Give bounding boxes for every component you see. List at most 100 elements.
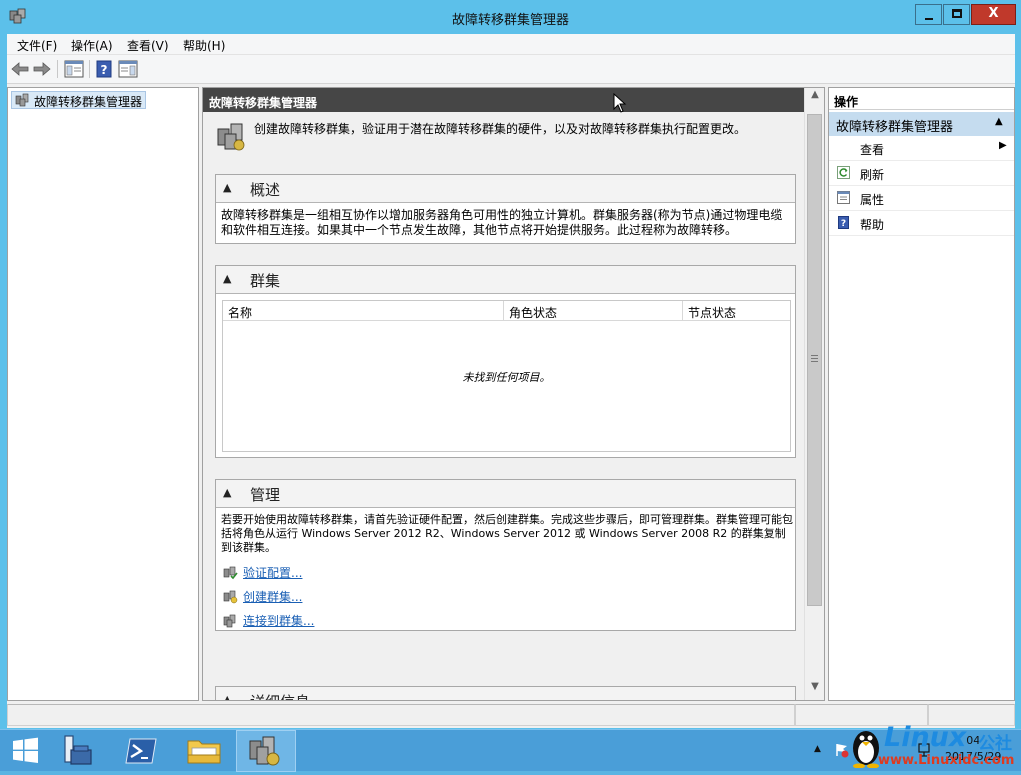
window-title: 故障转移群集管理器 [451, 13, 569, 28]
actions-pane: 操作 故障转移群集管理器 ▲ 查看 ▶ 刷新 属性 ? 帮助 [828, 87, 1015, 701]
show-hide-console-tree-icon[interactable] [63, 59, 85, 79]
menu-bar: 文件(F) 操作(A) 查看(V) 帮助(H) [7, 34, 1015, 55]
manage-title: 管理 [250, 486, 281, 504]
validate-config-link-row[interactable]: 验证配置... [223, 564, 302, 582]
overview-panel: ▲ 概述 故障转移群集是一组相互协作以增加服务器角色可用性的独立计算机。群集服务… [215, 174, 796, 244]
scroll-thumb[interactable] [807, 114, 822, 606]
actions-section-header[interactable]: 故障转移群集管理器 ▲ [829, 112, 1014, 136]
menu-file[interactable]: 文件(F) [17, 37, 57, 54]
watermark-url: www.Linuxidc.com [878, 753, 1015, 768]
action-refresh[interactable]: 刷新 [829, 161, 1014, 186]
collapse-caret-icon[interactable]: ▲ [223, 693, 231, 700]
toolbar-separator [89, 60, 90, 78]
actions-section-title: 故障转移群集管理器 [836, 120, 954, 135]
toolbar: ? [7, 55, 1015, 84]
console-tree: 故障转移群集管理器 [7, 87, 199, 701]
clusters-title: 群集 [250, 272, 281, 290]
collapse-up-icon[interactable]: ▲ [995, 116, 1003, 127]
column-name[interactable]: 名称 [223, 301, 504, 321]
clusters-panel-header[interactable]: ▲ 群集 [216, 266, 795, 294]
manage-panel-header[interactable]: ▲ 管理 [216, 480, 795, 508]
grid-header: 名称 角色状态 节点状态 [223, 301, 790, 321]
center-pane: 故障转移群集管理器 创建故障转移群集，验证用于潜在故障转移群集的硬件，以及对故障… [202, 87, 825, 701]
close-icon: X [988, 6, 999, 21]
intro-description: 创建故障转移群集，验证用于潜在故障转移群集的硬件，以及对故障转移群集执行配置更改… [254, 122, 747, 136]
toolbar-separator [57, 60, 58, 78]
status-cell-main [7, 704, 795, 726]
mmc-window: 故障转移群集管理器 X 文件(F) 操作(A) 查看(V) 帮助(H) ? 故障… [0, 0, 1021, 729]
powershell-icon [125, 738, 157, 764]
submenu-arrow-icon: ▶ [999, 140, 1007, 151]
minimize-icon [925, 18, 933, 20]
forward-arrow-icon[interactable] [31, 59, 53, 79]
clusters-grid: 名称 角色状态 节点状态 未找到任何项目。 [222, 300, 791, 452]
scroll-grip-icon [811, 355, 818, 362]
file-explorer-icon [187, 740, 221, 764]
tree-node-label: 故障转移群集管理器 [34, 95, 143, 109]
overview-text: 故障转移群集是一组相互协作以增加服务器角色可用性的独立计算机。群集服务器(称为节… [221, 208, 783, 237]
connect-cluster-link[interactable]: 连接到群集... [243, 614, 314, 628]
collapse-caret-icon[interactable]: ▲ [223, 181, 231, 194]
failover-cluster-manager-icon [249, 736, 280, 766]
action-view-label: 查看 [860, 143, 885, 157]
action-properties[interactable]: 属性 [829, 186, 1014, 211]
minimize-button[interactable] [915, 4, 942, 25]
validate-config-link[interactable]: 验证配置... [243, 566, 302, 580]
title-bar[interactable]: 故障转移群集管理器 X [0, 0, 1021, 34]
svg-text:?: ? [841, 219, 846, 229]
center-content: 创建故障转移群集，验证用于潜在故障转移群集的硬件，以及对故障转移群集执行配置更改… [203, 112, 804, 700]
column-node-status[interactable]: 节点状态 [683, 301, 790, 321]
maximize-icon [952, 9, 962, 18]
watermark-brand: Linux [884, 722, 967, 753]
action-properties-label: 属性 [860, 193, 885, 207]
action-refresh-label: 刷新 [860, 168, 885, 182]
close-button[interactable]: X [971, 4, 1016, 25]
action-help[interactable]: ? 帮助 [829, 211, 1014, 236]
details-panel: ▲ 详细信息 [215, 686, 796, 700]
details-panel-header[interactable]: ▲ 详细信息 [216, 687, 795, 700]
server-manager-icon [64, 735, 92, 765]
linuxidc-watermark: Linux 公社 www.Linuxidc.com [848, 722, 1021, 771]
svg-text:?: ? [101, 63, 108, 77]
column-role-status[interactable]: 角色状态 [504, 301, 683, 321]
grid-empty-message: 未找到任何项目。 [462, 371, 551, 384]
scroll-up-icon[interactable]: ▲ [805, 89, 824, 106]
actions-header: 操作 [829, 88, 1014, 110]
cluster-large-icon [217, 123, 245, 151]
scroll-down-icon[interactable]: ▼ [805, 681, 824, 698]
cluster-icon [15, 93, 29, 107]
menu-view[interactable]: 查看(V) [127, 37, 169, 54]
action-view[interactable]: 查看 ▶ [829, 136, 1014, 161]
taskbar-powershell[interactable] [112, 730, 172, 772]
maximize-button[interactable] [943, 4, 970, 25]
watermark-suffix: 公社 [978, 734, 1012, 754]
clusters-panel: ▲ 群集 名称 角色状态 节点状态 未找到任何项目。 [215, 265, 796, 458]
refresh-icon [837, 166, 850, 179]
validate-icon [223, 566, 238, 579]
create-cluster-icon [223, 590, 238, 603]
collapse-caret-icon[interactable]: ▲ [223, 272, 231, 285]
create-cluster-link-row[interactable]: 创建群集... [223, 588, 302, 606]
overview-panel-header[interactable]: ▲ 概述 [216, 175, 795, 203]
action-help-label: 帮助 [860, 218, 885, 232]
help-icon[interactable]: ? [93, 59, 115, 79]
create-cluster-link[interactable]: 创建群集... [243, 590, 302, 604]
center-scrollbar[interactable]: ▲ ▼ [804, 88, 824, 700]
back-arrow-icon[interactable] [9, 59, 31, 79]
menu-action[interactable]: 操作(A) [71, 37, 113, 54]
show-hidden-icons-icon[interactable]: ▲ [814, 744, 821, 754]
collapse-caret-icon[interactable]: ▲ [223, 486, 231, 499]
manage-panel: ▲ 管理 若要开始使用故障转移群集，请首先验证硬件配置，然后创建群集。完成这些步… [215, 479, 796, 631]
show-hide-action-pane-icon[interactable] [117, 59, 139, 79]
window-client-area: 文件(F) 操作(A) 查看(V) 帮助(H) ? 故障转移群集管理器 故障转移… [7, 34, 1015, 728]
taskbar-failover-cluster-manager[interactable] [236, 730, 296, 772]
properties-icon [837, 191, 850, 204]
taskbar-file-explorer[interactable] [174, 730, 234, 772]
menu-help[interactable]: 帮助(H) [183, 37, 225, 54]
connect-cluster-icon [223, 614, 236, 627]
tree-node-failover-cluster-manager[interactable]: 故障转移群集管理器 [11, 91, 147, 109]
connect-cluster-link-row[interactable]: 连接到群集... [223, 612, 314, 630]
taskbar-server-manager[interactable] [50, 730, 110, 772]
details-title: 详细信息 [250, 691, 310, 700]
mouse-cursor-icon [613, 93, 627, 113]
